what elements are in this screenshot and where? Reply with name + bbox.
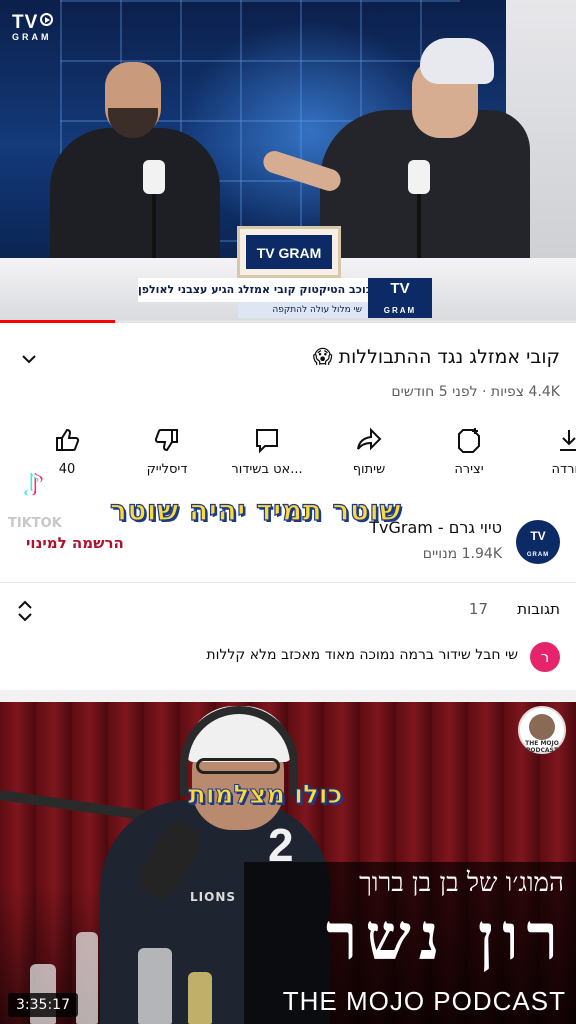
watermark-gram: GRAM xyxy=(12,32,52,42)
watermark-tv: TV xyxy=(12,12,39,33)
lower-third-logo: TV GRAM xyxy=(368,278,432,318)
channel-avatar-tv: TV xyxy=(530,529,546,543)
lower-third-headline: כוכב הטיקטוק קובי אמזלג הגיע עצבני לאולפ… xyxy=(138,278,368,302)
section-separator xyxy=(0,690,576,702)
studio-mic-right xyxy=(408,160,430,194)
play-icon xyxy=(40,13,54,26)
mojo-podcast-badge: THE MOJO PODCAST xyxy=(518,706,566,754)
channel-avatar[interactable]: TV GRAM xyxy=(516,520,560,564)
overlay-caption-top: שוטר תמיד יהיה שוטר xyxy=(109,493,402,527)
overlay-caption-bottom: כולו מצלמות xyxy=(187,780,343,811)
remix-button[interactable]: יצירה xyxy=(424,420,514,477)
comments-title: תגובות xyxy=(517,600,560,618)
video-duration: 3:35:17 xyxy=(8,993,78,1017)
lower-third-subline: שי מלול עולה להתקפה xyxy=(238,302,368,318)
live-chat-button[interactable]: אט בשידור... xyxy=(222,420,312,477)
guest-glasses xyxy=(196,758,280,774)
badge-face xyxy=(529,714,555,740)
remix-icon xyxy=(458,428,480,453)
video-progress-bar[interactable] xyxy=(0,320,576,323)
download-icon xyxy=(560,430,576,451)
jersey-team: LIONS xyxy=(190,890,236,904)
comment-text: שי חבל שידור ברמה נמוכה מאוד מאכזב מלא ק… xyxy=(206,647,518,663)
divider xyxy=(0,582,576,583)
chevron-down-icon[interactable] xyxy=(20,350,38,368)
video-title-row[interactable]: קובי אמזלג נגד ההתבוללות 😱 xyxy=(0,340,576,380)
desk-sign: TV GRAM xyxy=(237,226,341,278)
comments-header[interactable]: תגובות 17 xyxy=(0,592,576,628)
remix-label: יצירה xyxy=(454,462,484,477)
comments-count: 17 xyxy=(468,600,488,618)
channel-avatar-gram: GRAM xyxy=(526,552,550,558)
channel-subscribers: 1.94K מנויים xyxy=(422,546,502,562)
expand-collapse-icon[interactable] xyxy=(16,600,34,622)
guest-left-body xyxy=(50,128,220,278)
download-label: הורדה xyxy=(551,462,576,477)
lower-third: כוכב הטיקטוק קובי אמזלג הגיע עצבני לאולפ… xyxy=(138,278,432,320)
live-chat-icon xyxy=(256,429,278,454)
lower-third-logo-gram: GRAM xyxy=(383,306,417,315)
video-player-top[interactable]: TV GRAM TV GRAM כוכב הטיקטוק קובי אמזלג … xyxy=(0,0,576,322)
desk-sign-label: TV GRAM xyxy=(246,235,332,269)
mic-stand-right xyxy=(417,194,421,268)
screen: TV GRAM TV GRAM כוכב הטיקטוק קובי אמזלג … xyxy=(0,0,576,1024)
episode-guest-name: רון נשר xyxy=(326,900,566,975)
live-chat-label: אט בשידור... xyxy=(231,462,303,477)
tiktok-handle: TIKTOK xyxy=(8,516,62,531)
comment-preview[interactable]: ר שי חבל שידור ברמה נמוכה מאוד מאכזב מלא… xyxy=(0,640,576,674)
share-button[interactable]: שיתוף xyxy=(324,420,414,477)
download-button[interactable]: הורדה xyxy=(524,420,576,477)
podcast-name: THE MOJO PODCAST xyxy=(282,986,566,1016)
studio-mic-left xyxy=(143,160,165,194)
share-label: שיתוף xyxy=(352,462,386,477)
video-meta: 4.4K צפיות · לפני 5 חודשים xyxy=(391,384,560,400)
mic-stand-left xyxy=(152,194,156,264)
host-right-hair xyxy=(420,38,494,84)
video-progress-fill xyxy=(0,320,116,323)
thumbs-up-icon xyxy=(56,428,80,451)
subscribe-overlay-label: הרשמה למינוי xyxy=(26,534,124,552)
episode-subtitle: המוג׳ו של בן בן ברוך xyxy=(359,868,564,898)
tvgram-watermark: TV GRAM xyxy=(12,12,54,42)
badge-text: THE MOJO PODCAST xyxy=(525,740,559,754)
comment-avatar: ר xyxy=(530,642,560,672)
share-icon xyxy=(357,427,382,451)
thumbs-down-icon xyxy=(154,429,178,452)
lower-third-logo-tv: TV xyxy=(390,280,410,297)
video-title: קובי אמזלג נגד ההתבוללות 😱 xyxy=(312,346,560,368)
